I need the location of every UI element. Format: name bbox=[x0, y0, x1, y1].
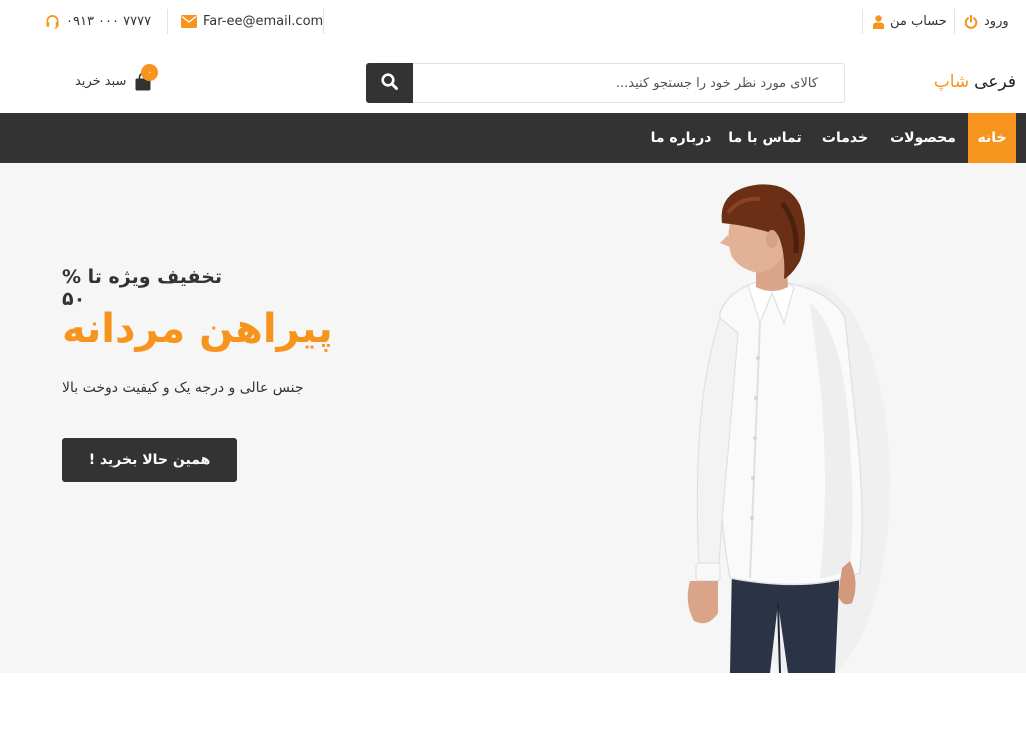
divider bbox=[954, 9, 955, 34]
shopping-cart[interactable]: سبد خرید ۰ bbox=[75, 64, 159, 94]
main-navigation: خانه محصولات خدمات تماس با ما درباره ما bbox=[0, 113, 1026, 163]
my-account-link[interactable]: حساب من bbox=[873, 8, 947, 35]
hero-banner: تخفیف ویژه تا % ۵۰ پیراهن مردانه جنس عال… bbox=[0, 163, 1026, 673]
my-account-label: حساب من bbox=[890, 14, 947, 29]
divider bbox=[167, 9, 168, 34]
divider bbox=[323, 9, 324, 34]
email-contact[interactable]: Far-ee@email.com bbox=[181, 8, 323, 35]
model-image bbox=[687, 184, 890, 673]
hero-description: جنس عالی و درجه یک و کیفیت دوخت بالا bbox=[62, 380, 304, 396]
power-icon bbox=[964, 14, 978, 29]
nav-item-contact[interactable]: تماس با ما bbox=[722, 113, 808, 163]
login-label: ورود bbox=[984, 14, 1009, 29]
search-button[interactable] bbox=[366, 63, 413, 103]
hero-subtitle: تخفیف ویژه تا % ۵۰ bbox=[62, 266, 223, 310]
nav-item-services[interactable]: خدمات bbox=[814, 113, 876, 163]
buy-now-button[interactable]: همین حالا بخرید ! bbox=[62, 438, 237, 482]
cart-icon-wrapper: ۰ bbox=[134, 64, 159, 92]
hero-title: پیراهن مردانه bbox=[62, 306, 333, 352]
logo-main: فرعی bbox=[974, 72, 1016, 92]
login-link[interactable]: ورود bbox=[964, 8, 1009, 35]
divider bbox=[862, 9, 863, 34]
cart-count-badge: ۰ bbox=[141, 64, 159, 81]
phone-contact[interactable]: ۰۹۱۳ ۰۰۰ ۷۷۷۷ bbox=[45, 8, 151, 35]
cart-label: سبد خرید bbox=[75, 73, 127, 89]
header: فرعی شاپ سبد خرید ۰ bbox=[0, 44, 1026, 113]
phone-number: ۰۹۱۳ ۰۰۰ ۷۷۷۷ bbox=[66, 14, 152, 29]
nav-item-home[interactable]: خانه bbox=[968, 113, 1016, 163]
logo-accent: شاپ bbox=[933, 72, 970, 92]
site-logo[interactable]: فرعی شاپ bbox=[934, 72, 1016, 92]
headset-icon bbox=[45, 14, 60, 29]
envelope-icon bbox=[181, 15, 197, 28]
search-icon bbox=[381, 72, 398, 94]
user-icon bbox=[873, 14, 884, 29]
search-input[interactable] bbox=[413, 63, 845, 103]
nav-item-about[interactable]: درباره ما bbox=[646, 113, 716, 163]
nav-item-products[interactable]: محصولات bbox=[882, 113, 964, 163]
top-bar: ۰۹۱۳ ۰۰۰ ۷۷۷۷ Far-ee@email.com حساب من و… bbox=[0, 0, 1026, 44]
email-address: Far-ee@email.com bbox=[203, 14, 324, 29]
search-bar bbox=[366, 63, 845, 103]
